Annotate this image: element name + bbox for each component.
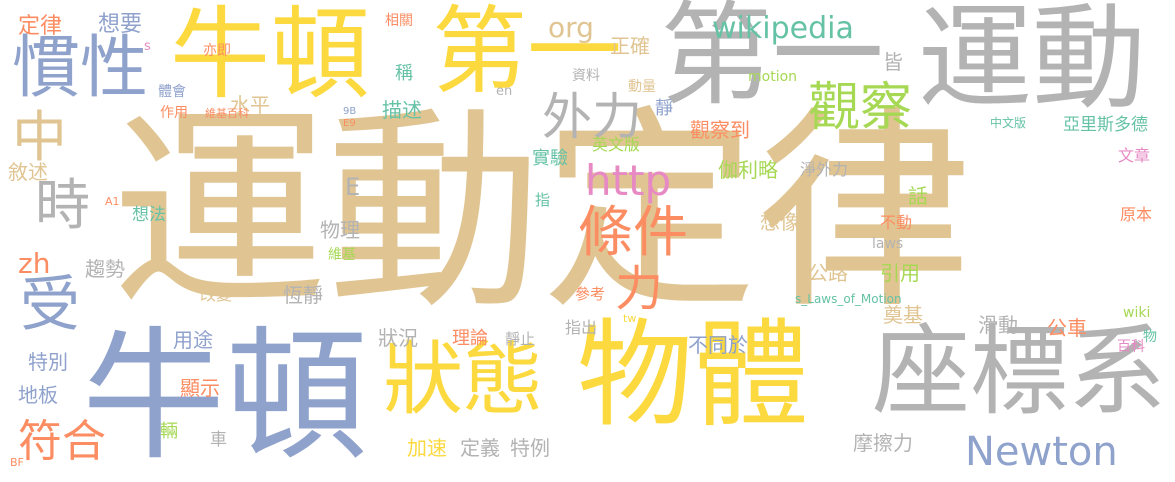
- word: 趨勢: [85, 257, 125, 281]
- word: 中: [12, 105, 68, 169]
- word: 改變: [200, 285, 233, 304]
- word: 文章: [1118, 146, 1151, 165]
- word: http: [585, 156, 672, 205]
- word: 狀況: [378, 326, 418, 350]
- word: 受: [20, 270, 80, 340]
- word: 公車: [1047, 316, 1087, 340]
- word: 想法: [132, 205, 166, 225]
- word-cloud: 運動定律 牛頓 牛頓 物體 運動 第一 第一 座標系 狀態 慣性 條件 觀察 外…: [0, 0, 1175, 482]
- word: 資料: [572, 68, 600, 84]
- word: 慣性: [12, 29, 149, 108]
- word: 觀察: [808, 78, 913, 138]
- word: en: [496, 84, 513, 99]
- word: 牛頓: [170, 0, 370, 113]
- word: BF: [10, 456, 24, 469]
- word: 維基百科: [205, 107, 249, 120]
- word: 指: [535, 191, 551, 209]
- word: 相關: [385, 13, 413, 29]
- word: org: [548, 11, 594, 44]
- word: 靜止: [505, 330, 536, 348]
- word: 原本: [1120, 205, 1153, 224]
- word: wikipedia: [712, 11, 854, 46]
- word: 用途: [173, 328, 213, 352]
- word: 稱: [395, 63, 413, 84]
- word: s_Laws_of_Motion: [795, 292, 902, 306]
- word: 觀察到: [690, 118, 750, 142]
- word: 引用: [880, 261, 920, 285]
- word: 體會: [158, 84, 186, 100]
- word: 中文版: [990, 116, 1027, 130]
- word: s: [144, 39, 151, 54]
- word: 恆靜: [283, 283, 323, 307]
- word: 淨外力: [800, 160, 849, 179]
- word: A1: [105, 195, 120, 208]
- word: 維基: [328, 247, 356, 263]
- word: 英文版: [592, 135, 641, 154]
- word: 亞里斯多德: [1063, 115, 1148, 135]
- word: 實驗: [532, 148, 568, 169]
- word: E: [345, 173, 361, 201]
- word: wiki: [1123, 305, 1151, 321]
- word: 地板: [18, 383, 58, 407]
- word: 力: [615, 261, 664, 317]
- word: zh: [18, 247, 51, 280]
- word: 敘述: [8, 160, 48, 184]
- word: 指出: [565, 318, 598, 337]
- word: 狀態: [383, 333, 543, 426]
- word: 特別: [28, 350, 68, 374]
- word: 百科: [1117, 339, 1145, 355]
- word: 時: [35, 173, 91, 237]
- word: 輛: [160, 421, 178, 442]
- word: E9: [343, 118, 356, 129]
- word: 摩擦力: [853, 431, 913, 455]
- word: 話: [908, 184, 928, 208]
- word: 9B: [343, 106, 357, 117]
- word: 不動: [880, 213, 913, 232]
- word: Newton: [965, 429, 1118, 475]
- word: 想要: [98, 12, 143, 37]
- word: 描述: [382, 98, 422, 122]
- word: 亦即: [203, 43, 231, 59]
- word: 伽利略: [718, 158, 778, 182]
- word: 正確: [610, 34, 650, 58]
- word: 特例: [510, 436, 550, 460]
- word: 不同於: [688, 333, 748, 357]
- word: 動量: [628, 79, 656, 95]
- word: 皆: [883, 50, 903, 74]
- word: 想像: [760, 210, 800, 234]
- word: laws: [872, 236, 904, 252]
- word: 理論: [452, 328, 488, 349]
- word: 作用: [160, 105, 188, 121]
- word: 顯示: [180, 376, 220, 400]
- word: 座標系: [872, 315, 1167, 429]
- word: 車: [210, 430, 227, 450]
- word: 滑動: [978, 313, 1018, 337]
- word: 加速: [407, 436, 447, 460]
- word: 物理: [320, 218, 360, 242]
- word: 運動: [918, 0, 1147, 125]
- word: 參考: [575, 285, 606, 303]
- word: 符合: [18, 416, 106, 467]
- word: motion: [748, 69, 798, 85]
- word: 物: [1143, 329, 1157, 345]
- word: 靜: [655, 98, 673, 119]
- word: 奠基: [883, 303, 923, 327]
- word: 定律: [18, 14, 63, 39]
- word: 條件: [578, 200, 689, 264]
- word: tw: [623, 312, 637, 325]
- word: 公路: [808, 261, 848, 285]
- word: 定義: [460, 436, 500, 460]
